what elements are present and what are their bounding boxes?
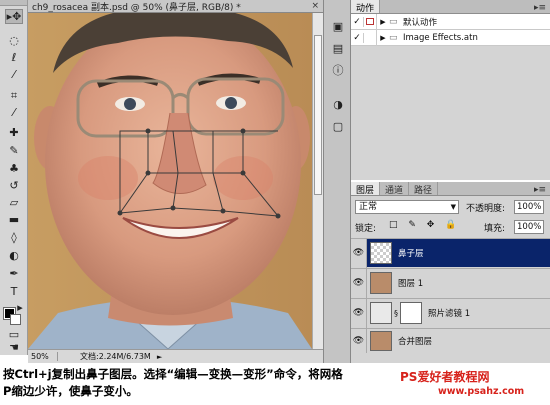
magic-wand-icon[interactable]: ⁄ — [5, 67, 23, 82]
eraser-icon[interactable]: ▱ — [5, 195, 23, 210]
type-icon[interactable]: T — [5, 284, 23, 299]
layer-name: 合并图层 — [398, 336, 433, 347]
site-watermark: PS爱好者教程网 — [400, 370, 490, 384]
expand-triangle-icon[interactable]: ▶ — [377, 18, 389, 26]
eye-icon[interactable]: 👁 — [351, 238, 367, 268]
status-menu-arrow-icon[interactable]: ► — [157, 353, 162, 361]
eye-icon[interactable]: 👁 — [351, 268, 367, 298]
move-icon[interactable]: ▸✥ — [5, 9, 23, 24]
pen-icon[interactable]: ✒ — [5, 266, 23, 281]
action-set-label: Image Effects.atn — [403, 32, 478, 43]
action-toggle-checkbox[interactable]: ✓ — [351, 16, 364, 27]
actions-panel: 动作 ▸≡ ✓ ▶ ▭ 默认动作 ✓ ▶ ▭ Image Effects.atn — [351, 0, 550, 180]
lasso-icon[interactable]: ℓ — [5, 50, 23, 65]
layer-row[interactable]: 👁 图层 1 — [351, 268, 550, 298]
adjustment-icon — [370, 302, 392, 324]
eyedropper-icon[interactable]: ⁄ — [5, 105, 23, 120]
marquee-icon[interactable]: ◌ — [5, 33, 23, 48]
site-url-watermark: www.psahz.com — [438, 386, 525, 397]
action-set-row[interactable]: ✓ ▶ ▭ 默认动作 — [351, 13, 550, 30]
fill-label: 填充: — [484, 224, 506, 234]
clone-stamp-icon[interactable]: ♣ — [5, 161, 23, 176]
panel-icon-strip: ▣ ▤ ⓘ ◑ ▢ — [323, 0, 351, 363]
lock-label: 锁定: — [355, 224, 377, 234]
tools-panel: ▸✥ ◌ ℓ ⁄ ⌗ ⁄ ✚ ✎ ♣ ↺ ▱ ▬ ◊ ◐ ✒ T ▸ ▭ ☚ — [0, 0, 28, 355]
dialog-toggle-icon[interactable] — [364, 13, 377, 30]
layer-row[interactable]: 👁 § 照片滤镜 1 — [351, 298, 550, 328]
document-size: 文档:2.24M/6.73M — [80, 352, 151, 361]
brush-icon[interactable]: ✎ — [5, 143, 23, 158]
layer-row[interactable]: 👁 鼻子层 — [351, 238, 550, 268]
status-bar: 50% 文档:2.24M/6.73M ► — [28, 349, 323, 363]
zoom-level[interactable]: 50% — [28, 352, 58, 361]
document-window: ch9_rosacea 副本.psd @ 50% (鼻子层, RGB/8) * … — [28, 0, 323, 363]
dodge-icon[interactable]: ◐ — [5, 248, 23, 263]
vertical-scrollbar[interactable] — [312, 13, 323, 349]
dialog-toggle-icon[interactable] — [364, 29, 377, 46]
layer-name: 图层 1 — [398, 279, 424, 289]
image-canvas[interactable] — [28, 13, 312, 349]
folder-icon: ▭ — [389, 32, 398, 43]
opacity-input[interactable]: 100% — [514, 200, 544, 214]
opacity-label: 不透明度: — [466, 204, 506, 214]
tab-actions[interactable]: 动作 — [351, 0, 381, 14]
layer-thumbnail — [370, 272, 392, 294]
background-color-swatch[interactable] — [10, 314, 21, 325]
layers-panel: 图层 通道 路径 ▸≡ 正常 ▼ 不透明度: 100% 锁定: □ ✎ ✥ 🔒 … — [351, 182, 550, 363]
panel-menu-icon[interactable]: ▸≡ — [534, 185, 550, 195]
tab-layers[interactable]: 图层 — [351, 182, 381, 196]
info-panel-icon[interactable]: ⓘ — [330, 62, 346, 78]
layer-thumbnail — [370, 242, 392, 264]
tab-channels[interactable]: 通道 — [380, 182, 410, 196]
gradient-icon[interactable]: ▬ — [5, 212, 23, 227]
tab-paths[interactable]: 路径 — [409, 182, 439, 196]
layer-name: 照片滤镜 1 — [428, 309, 471, 319]
styles-panel-icon[interactable]: ▢ — [330, 118, 346, 134]
layer-mask-thumbnail[interactable] — [400, 302, 422, 324]
eye-icon[interactable]: 👁 — [351, 298, 367, 328]
hand-icon[interactable]: ☚ — [5, 340, 23, 355]
layer-name: 鼻子层 — [398, 249, 424, 259]
document-title: ch9_rosacea 副本.psd @ 50% (鼻子层, RGB/8) * — [32, 2, 241, 13]
expand-triangle-icon[interactable]: ▶ — [377, 34, 389, 42]
path-selection-icon[interactable]: ▸ — [14, 300, 26, 315]
swatches-panel-icon[interactable]: ◑ — [330, 96, 346, 112]
folder-icon: ▭ — [389, 16, 398, 27]
link-icon: § — [394, 308, 398, 318]
blend-mode-value: 正常 — [359, 202, 378, 212]
document-tab[interactable]: ch9_rosacea 副本.psd @ 50% (鼻子层, RGB/8) * … — [28, 0, 323, 13]
crop-icon[interactable]: ⌗ — [5, 88, 23, 103]
close-icon[interactable]: × — [311, 1, 319, 11]
portrait-photo — [28, 13, 312, 349]
chevron-down-icon: ▼ — [450, 203, 456, 211]
blur-icon[interactable]: ◊ — [5, 230, 23, 245]
action-set-row[interactable]: ✓ ▶ ▭ Image Effects.atn — [351, 29, 550, 46]
fill-input[interactable]: 100% — [514, 220, 544, 234]
brushes-panel-icon[interactable]: ▤ — [330, 40, 346, 56]
lock-icons[interactable]: □ ✎ ✥ 🔒 — [389, 220, 460, 230]
panel-menu-icon[interactable]: ▸≡ — [534, 3, 550, 13]
layer-row[interactable]: 👁 合并图层 — [351, 328, 550, 353]
blend-mode-select[interactable]: 正常 ▼ — [355, 200, 459, 214]
action-set-label: 默认动作 — [403, 17, 438, 28]
tools-panel-grip[interactable] — [0, 0, 27, 6]
scrollbar-thumb[interactable] — [314, 35, 322, 195]
eye-icon[interactable]: 👁 — [351, 328, 367, 353]
healing-brush-icon[interactable]: ✚ — [5, 125, 23, 140]
history-panel-icon[interactable]: ▣ — [330, 18, 346, 34]
history-brush-icon[interactable]: ↺ — [5, 178, 23, 193]
action-toggle-checkbox[interactable]: ✓ — [351, 32, 364, 43]
layer-thumbnail — [370, 330, 392, 351]
